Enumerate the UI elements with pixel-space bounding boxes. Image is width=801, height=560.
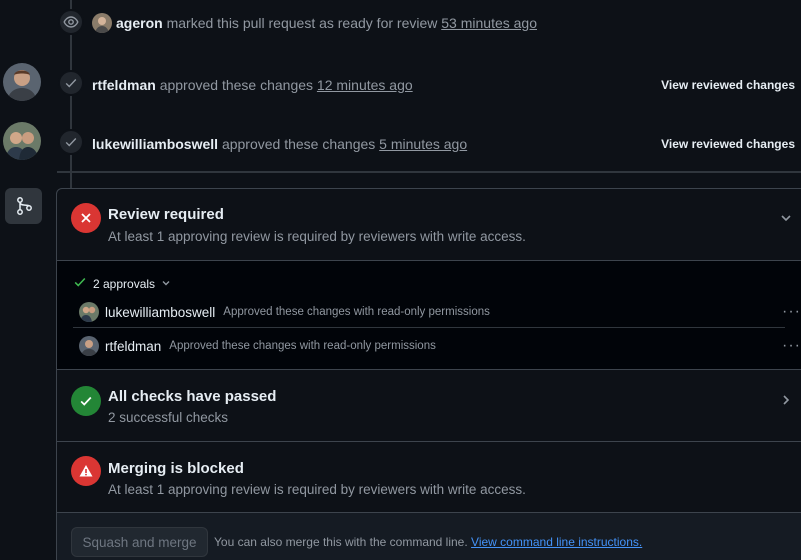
check-icon (73, 275, 87, 292)
check-circle-icon (71, 386, 101, 416)
eye-icon (58, 9, 84, 35)
chevron-down-icon (161, 277, 171, 291)
list-item: lukewilliamboswell Approved these change… (79, 301, 801, 323)
checks-subtitle: 2 successful checks (108, 410, 229, 425)
check-icon (58, 70, 84, 96)
merge-footer: Squash and merge You can also merge this… (57, 512, 801, 560)
review-required-subtitle: At least 1 approving review is required … (108, 229, 526, 244)
review-required-title: Review required (108, 206, 224, 223)
reviewer-note: Approved these changes with read-only pe… (169, 340, 436, 352)
chevron-right-icon[interactable] (779, 393, 793, 410)
more-options-icon[interactable]: ··· (782, 304, 801, 320)
approvals-list: 2 approvals lukewilliamboswell Approved … (57, 260, 801, 370)
approvals-toggle[interactable]: 2 approvals (73, 275, 171, 292)
avatar[interactable] (3, 63, 41, 101)
reviewer-name[interactable]: lukewilliamboswell (105, 305, 215, 320)
chevron-down-icon[interactable] (779, 211, 793, 228)
reviewer-name[interactable]: rtfeldman (105, 339, 161, 354)
squash-and-merge-button[interactable]: Squash and merge (71, 527, 208, 557)
approvals-count: 2 approvals (93, 276, 156, 291)
avatar[interactable] (92, 13, 112, 33)
timeline-divider (57, 171, 801, 173)
view-reviewed-changes-link[interactable]: View reviewed changes (661, 78, 795, 92)
row-divider (73, 327, 785, 328)
merge-blocked-section: Merging is blocked At least 1 approving … (57, 441, 801, 512)
list-item: rtfeldman Approved these changes with re… (79, 335, 801, 357)
command-line-instructions-link[interactable]: View command line instructions. (471, 535, 642, 549)
event-author[interactable]: rtfeldman (92, 77, 156, 93)
avatar[interactable] (79, 336, 99, 356)
command-line-hint: You can also merge this with the command… (214, 535, 642, 549)
avatar[interactable] (3, 122, 41, 160)
event-time-link[interactable]: 5 minutes ago (379, 136, 467, 152)
event-time-link[interactable]: 53 minutes ago (441, 15, 537, 31)
event-action: marked this pull request as ready for re… (166, 15, 438, 31)
check-icon (58, 129, 84, 155)
git-merge-icon (5, 188, 42, 224)
alert-icon (71, 456, 101, 486)
checks-title: All checks have passed (108, 388, 277, 405)
more-options-icon[interactable]: ··· (782, 338, 801, 354)
event-time-link[interactable]: 12 minutes ago (317, 77, 413, 93)
merge-box: Review required At least 1 approving rev… (56, 188, 801, 560)
merge-blocked-title: Merging is blocked (108, 460, 244, 477)
event-author[interactable]: lukewilliamboswell (92, 136, 218, 152)
avatar[interactable] (79, 302, 99, 322)
event-action: approved these changes (159, 77, 314, 93)
approval-event-2: lukewilliamboswell approved these change… (92, 133, 795, 155)
view-reviewed-changes-link[interactable]: View reviewed changes (661, 137, 795, 151)
event-action: approved these changes (221, 136, 376, 152)
merge-blocked-subtitle: At least 1 approving review is required … (108, 482, 526, 497)
checks-section[interactable]: All checks have passed 2 successful chec… (57, 369, 801, 441)
command-line-text: You can also merge this with the command… (214, 535, 468, 549)
ready-for-review-event: ageron marked this pull request as ready… (92, 12, 795, 34)
event-author[interactable]: ageron (116, 15, 163, 31)
x-circle-icon (71, 203, 101, 233)
reviewer-note: Approved these changes with read-only pe… (223, 306, 490, 318)
approval-event-1: rtfeldman approved these changes 12 minu… (92, 74, 795, 96)
